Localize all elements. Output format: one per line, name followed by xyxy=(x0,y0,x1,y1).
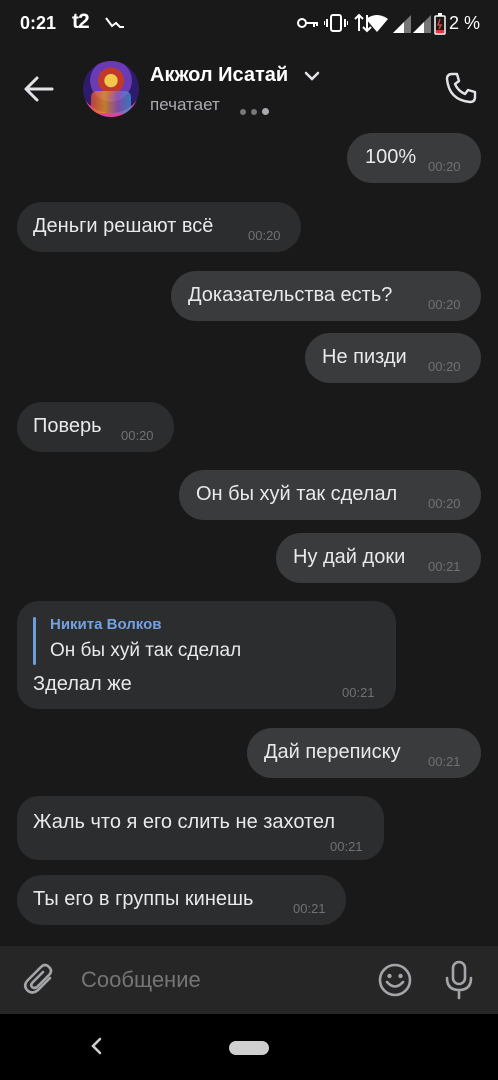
back-arrow-icon[interactable] xyxy=(22,72,56,106)
smile-icon[interactable] xyxy=(377,962,413,998)
message-text: Не пизди xyxy=(322,346,407,368)
battery-icon xyxy=(434,13,446,35)
nav-home-pill[interactable] xyxy=(229,1041,269,1055)
message-bubble[interactable]: Дай переписку 00:21 xyxy=(247,728,481,778)
message-bubble[interactable]: Деньги решают всё 00:20 xyxy=(17,202,301,252)
message-bubble-with-reply[interactable]: Никита Волков Он бы хуй так сделал Здела… xyxy=(17,601,396,709)
message-text: Жаль что я его слить не захотел xyxy=(33,811,336,833)
reply-quote-bar xyxy=(33,617,36,665)
message-text: Зделал же xyxy=(33,673,132,695)
message-time: 00:21 xyxy=(428,559,461,574)
typing-status: печатает xyxy=(150,95,220,114)
status-time: 0:21 xyxy=(20,13,57,33)
signal-2-icon xyxy=(413,15,431,33)
nav-back-icon[interactable] xyxy=(86,1034,106,1058)
message-composer xyxy=(0,946,498,1014)
message-text: Дай переписку xyxy=(264,741,401,763)
message-text: Деньги решают всё xyxy=(33,215,214,237)
message-text: Ты его в группы кинешь xyxy=(33,888,254,910)
avatar[interactable] xyxy=(83,61,139,117)
message-bubble[interactable]: Жаль что я его слить не захотел 00:21 xyxy=(17,796,384,860)
message-text: Доказательства есть? xyxy=(188,284,393,306)
chevron-down-icon[interactable] xyxy=(303,67,321,85)
message-bubble[interactable]: Он бы хуй так сделал 00:20 xyxy=(179,470,481,520)
microphone-icon[interactable] xyxy=(441,960,477,1000)
reply-text[interactable]: Он бы хуй так сделал xyxy=(50,640,241,662)
wifi-icon xyxy=(366,15,388,32)
vibrate-icon xyxy=(324,14,348,32)
message-bubble[interactable]: Поверь 00:20 xyxy=(17,402,174,452)
message-text: Он бы хуй так сделал xyxy=(196,483,398,505)
message-time: 00:20 xyxy=(428,159,461,174)
message-time: 00:20 xyxy=(121,428,154,443)
message-time: 00:20 xyxy=(428,496,461,511)
phone-icon[interactable] xyxy=(444,71,478,105)
signal-1-icon xyxy=(393,15,411,33)
message-time: 00:21 xyxy=(293,901,326,916)
chat-header: Акжол Исатай печатает xyxy=(0,50,498,130)
message-bubble[interactable]: Ну дай доки 00:21 xyxy=(276,533,481,583)
contact-name[interactable]: Акжол Исатай xyxy=(150,64,288,87)
system-nav-bar xyxy=(0,1014,498,1080)
message-time: 00:20 xyxy=(428,297,461,312)
message-bubble[interactable]: 100% 00:20 xyxy=(347,133,481,183)
message-bubble[interactable]: Не пизди 00:20 xyxy=(305,333,481,383)
key-icon xyxy=(297,18,318,28)
carrier-logo: t2 xyxy=(72,10,90,33)
paperclip-icon[interactable] xyxy=(22,962,58,998)
message-bubble[interactable]: Ты его в группы кинешь 00:21 xyxy=(17,875,346,925)
message-text: Поверь xyxy=(33,415,102,437)
typing-dots xyxy=(240,102,274,120)
message-bubble[interactable]: Доказательства есть? 00:20 xyxy=(171,271,481,321)
message-time: 00:20 xyxy=(428,359,461,374)
message-time: 00:20 xyxy=(248,228,281,243)
message-input[interactable] xyxy=(79,966,363,994)
status-bar: 0:21 t2 2 % xyxy=(0,0,498,50)
reply-author[interactable]: Никита Волков xyxy=(50,616,161,633)
battery-percent: 2 % xyxy=(449,13,481,33)
message-time: 00:21 xyxy=(330,839,363,854)
message-time: 00:21 xyxy=(428,754,461,769)
app-notification-icon xyxy=(105,17,124,28)
message-time: 00:21 xyxy=(342,685,375,700)
message-text: Ну дай доки xyxy=(293,546,406,568)
message-text: 100% xyxy=(365,146,417,168)
